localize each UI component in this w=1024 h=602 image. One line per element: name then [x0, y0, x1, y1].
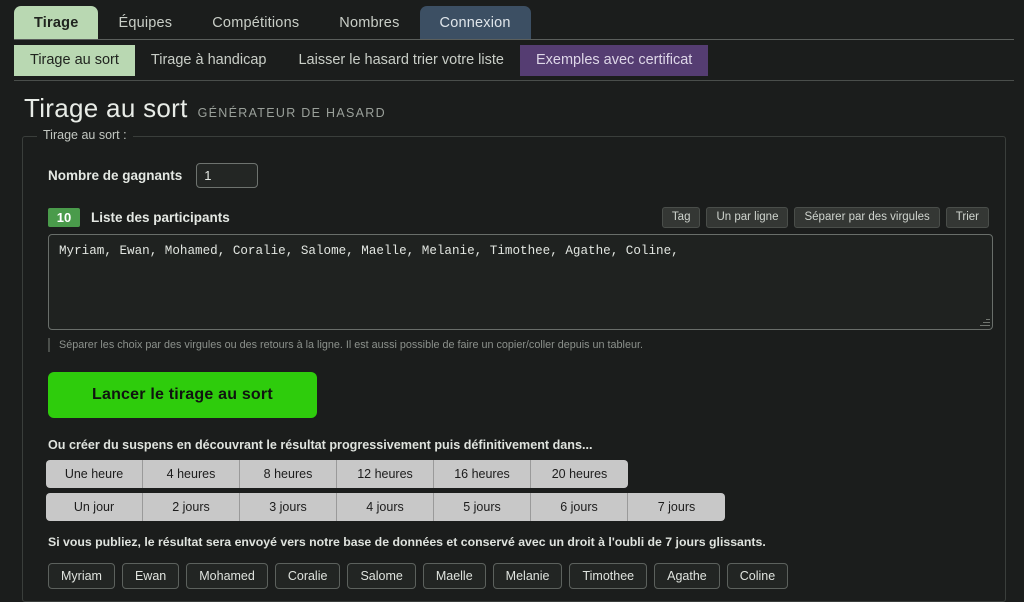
nav-divider — [14, 39, 1014, 40]
subnav-tab-exemples-certificat[interactable]: Exemples avec certificat — [519, 44, 709, 76]
winners-label: Nombre de gagnants — [48, 168, 183, 183]
sub-navigation: Tirage au sort Tirage à handicap Laisser… — [0, 40, 1024, 80]
page-subtitle: GÉNÉRATEUR DE HASARD — [197, 106, 386, 120]
participants-header: 10 Liste des participants Tag Un par lig… — [48, 207, 993, 228]
participant-chip[interactable]: Ewan — [121, 563, 180, 589]
duration-button-3-jours[interactable]: 3 jours — [240, 493, 337, 521]
duration-button-2-jours[interactable]: 2 jours — [143, 493, 240, 521]
duration-button-8-heures[interactable]: 8 heures — [240, 460, 337, 488]
tool-button-un-par-ligne[interactable]: Un par ligne — [706, 207, 789, 228]
participant-chip[interactable]: Agathe — [654, 563, 720, 589]
duration-button-une-heure[interactable]: Une heure — [46, 460, 143, 488]
tirage-fieldset: Tirage au sort : Nombre de gagnants 10 L… — [22, 128, 1006, 602]
page-title-row: Tirage au sort GÉNÉRATEUR DE HASARD — [0, 81, 1024, 124]
nav-tab-equipes[interactable]: Équipes — [98, 6, 192, 40]
winners-row: Nombre de gagnants — [48, 163, 993, 188]
duration-button-7-jours[interactable]: 7 jours — [628, 493, 725, 521]
nav-tab-tirage[interactable]: Tirage — [14, 6, 99, 40]
duration-button-5-jours[interactable]: 5 jours — [434, 493, 531, 521]
participant-chip[interactable]: Timothee — [569, 563, 648, 589]
subnav-tab-laisser-le-hasard[interactable]: Laisser le hasard trier votre liste — [282, 45, 520, 76]
participant-chip[interactable]: Maelle — [422, 563, 486, 589]
subnav-tab-tirage-au-sort[interactable]: Tirage au sort — [14, 44, 135, 76]
participant-chip[interactable]: Salome — [347, 563, 416, 589]
duration-button-20-heures[interactable]: 20 heures — [531, 460, 628, 488]
subnav-tab-tirage-a-handicap[interactable]: Tirage à handicap — [135, 45, 283, 76]
duration-button-12-heures[interactable]: 12 heures — [337, 460, 434, 488]
participants-tools: Tag Un par ligne Séparer par des virgule… — [661, 207, 989, 228]
participant-chip[interactable]: Mohamed — [186, 563, 268, 589]
duration-button-un-jour[interactable]: Un jour — [46, 493, 143, 521]
participant-chip[interactable]: Coralie — [274, 563, 341, 589]
page-root: Tirage Équipes Compétitions Nombres Conn… — [0, 0, 1024, 602]
duration-button-4-heures[interactable]: 4 heures — [143, 460, 240, 488]
duration-group-hours: Une heure 4 heures 8 heures 12 heures 16… — [46, 460, 628, 488]
nav-tab-competitions[interactable]: Compétitions — [192, 6, 319, 40]
participants-textarea-wrap — [48, 234, 993, 330]
nav-tab-nombres[interactable]: Nombres — [319, 6, 419, 40]
duration-button-16-heures[interactable]: 16 heures — [434, 460, 531, 488]
duration-button-4-jours[interactable]: 4 jours — [337, 493, 434, 521]
page-title: Tirage au sort — [24, 93, 188, 123]
nav-tab-connexion[interactable]: Connexion — [419, 6, 531, 40]
participant-chip[interactable]: Melanie — [492, 563, 563, 589]
participants-textarea[interactable] — [48, 234, 993, 330]
tool-button-tag[interactable]: Tag — [661, 207, 701, 228]
duration-group-days: Un jour 2 jours 3 jours 4 jours 5 jours … — [46, 493, 725, 521]
participants-helper-text: Séparer les choix par des virgules ou de… — [48, 338, 993, 352]
suspense-heading: Ou créer du suspens en découvrant le rés… — [48, 438, 593, 452]
participant-chip[interactable]: Myriam — [48, 563, 115, 589]
winners-count-input[interactable] — [196, 163, 259, 188]
participant-chip-list: Myriam Ewan Mohamed Coralie Salome Maell… — [48, 563, 993, 589]
main-navigation: Tirage Équipes Compétitions Nombres Conn… — [0, 0, 1024, 40]
publication-notice: Si vous publiez, le résultat sera envoyé… — [48, 535, 766, 549]
participants-count-badge: 10 — [48, 208, 80, 227]
participant-chip[interactable]: Coline — [726, 563, 789, 589]
launch-draw-button[interactable]: Lancer le tirage au sort — [48, 372, 317, 418]
duration-button-6-jours[interactable]: 6 jours — [531, 493, 628, 521]
fieldset-legend: Tirage au sort : — [37, 128, 133, 142]
participants-label: Liste des participants — [91, 210, 230, 225]
tool-button-separer-virgules[interactable]: Séparer par des virgules — [794, 207, 940, 228]
tool-button-trier[interactable]: Trier — [945, 207, 989, 228]
